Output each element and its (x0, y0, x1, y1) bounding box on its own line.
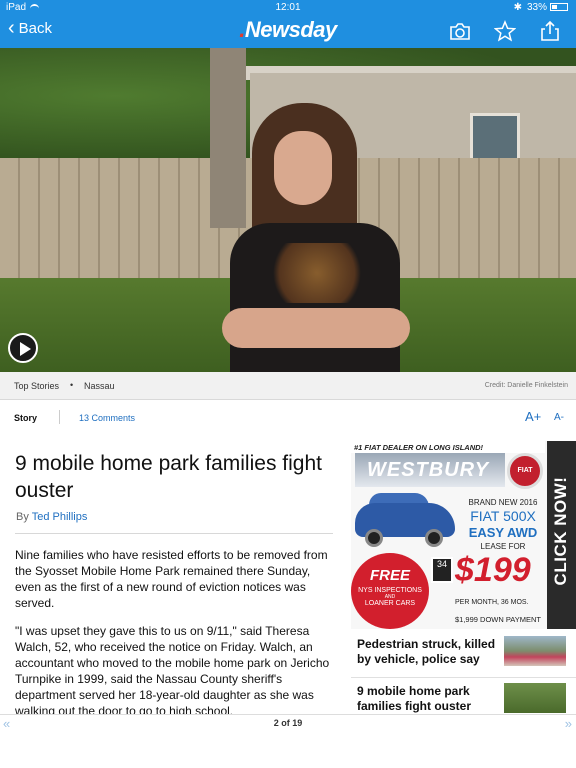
ad-price: $199 (455, 551, 531, 589)
fiat-logo: FIAT (507, 453, 543, 489)
divider (15, 533, 333, 534)
ad-free-line: NYS INSPECTIONS (358, 587, 422, 594)
ad-line-awd: EASY AWD (468, 525, 538, 540)
ad-cta-text: CLICK NOW! (551, 476, 570, 586)
tab-comments[interactable]: 13 Comments (79, 413, 135, 423)
battery-percent: 33% (526, 2, 547, 13)
ad-per-month: PER MONTH, 36 MOS. (455, 599, 529, 606)
photo-dress-pattern (262, 243, 372, 303)
battery-fill (552, 5, 557, 10)
photo-arms (222, 308, 410, 348)
ad-top-line: #1 FIAT DEALER ON LONG ISLAND! (351, 441, 545, 453)
ad-dealer-name: WESTBURY (355, 453, 505, 487)
pagination-bar: « 2 of 19 » (0, 714, 576, 768)
byline-prefix: By (16, 511, 29, 523)
clock: 12:01 (275, 2, 301, 13)
ad-line-lease: LEASE FOR (480, 542, 526, 551)
photo-credit: Credit: Danielle Finkelstein (484, 382, 568, 389)
ad-free-badge: FREE NYS INSPECTIONS AND LOANER CARS (351, 553, 429, 629)
star-icon[interactable] (494, 20, 516, 42)
tab-story[interactable]: Story (14, 413, 37, 423)
story-tabs: Story 13 Comments A+ A- (0, 400, 576, 434)
font-decrease-button[interactable]: A- (554, 412, 564, 423)
next-story-button[interactable]: » (565, 716, 572, 731)
byline: By Ted Phillips (16, 511, 87, 523)
related-story-title: 9 mobile home park families fight ouster (357, 684, 472, 713)
battery-status: ✱ 33% (514, 2, 568, 13)
breadcrumb: Top Stories • Nassau Credit: Danielle Fi… (0, 372, 576, 400)
ad-line-brand-new: BRAND NEW 2016 (468, 498, 538, 507)
article-paragraph: Nine families who have resisted efforts … (15, 548, 328, 610)
car-wheel (425, 529, 443, 547)
breadcrumb-separator: • (70, 380, 74, 390)
car-image (351, 491, 461, 551)
related-story-item[interactable]: 9 mobile home park families fight ouster (351, 677, 576, 714)
share-icon[interactable] (539, 20, 561, 42)
ad-free-line: LOANER CARS (364, 600, 416, 607)
ad-click-now-button[interactable]: CLICK NOW! (547, 441, 576, 629)
camera-icon[interactable] (449, 20, 471, 42)
newsday-logo: .Newsday (0, 17, 576, 43)
page-indicator: 2 of 19 (273, 718, 303, 728)
breadcrumb-top-stories[interactable]: Top Stories (14, 381, 59, 391)
photo-face (274, 131, 332, 205)
related-story-thumbnail (504, 683, 566, 713)
status-bar: iPad 12:01 ✱ 33% (0, 0, 576, 15)
mpg-sign: 34 (431, 557, 453, 583)
related-story-title: Pedestrian struck, killed by vehicle, po… (357, 637, 496, 666)
related-story-item[interactable]: Pedestrian struck, killed by vehicle, po… (351, 631, 576, 675)
fiat-advertisement[interactable]: #1 FIAT DEALER ON LONG ISLAND! WESTBURY … (351, 441, 576, 629)
article-paragraph: "I was upset they gave this to us on 9/1… (15, 624, 330, 714)
author-link[interactable]: Ted Phillips (32, 511, 88, 523)
top-navigation-bar: iPad 12:01 ✱ 33% ‹ Back .Newsday (0, 0, 576, 48)
play-video-icon[interactable] (8, 333, 38, 363)
bluetooth-icon: ✱ (513, 2, 522, 13)
ad-line-model: FIAT 500X (470, 508, 536, 524)
photo-person (222, 103, 410, 372)
hero-photo[interactable] (0, 48, 576, 372)
article-body: 9 mobile home park families fight ouster… (0, 434, 348, 714)
logo-text: Newsday (244, 17, 337, 42)
ad-down-payment: $1,999 DOWN PAYMENT (455, 615, 541, 624)
breadcrumb-nassau[interactable]: Nassau (84, 381, 115, 391)
font-increase-button[interactable]: A+ (525, 409, 541, 424)
ad-free-text: FREE (369, 567, 410, 584)
article-headline: 9 mobile home park families fight ouster (15, 452, 322, 502)
battery-icon (550, 3, 568, 12)
related-story-thumbnail (504, 636, 566, 666)
tab-divider (59, 410, 60, 424)
car-wheel (365, 529, 383, 547)
